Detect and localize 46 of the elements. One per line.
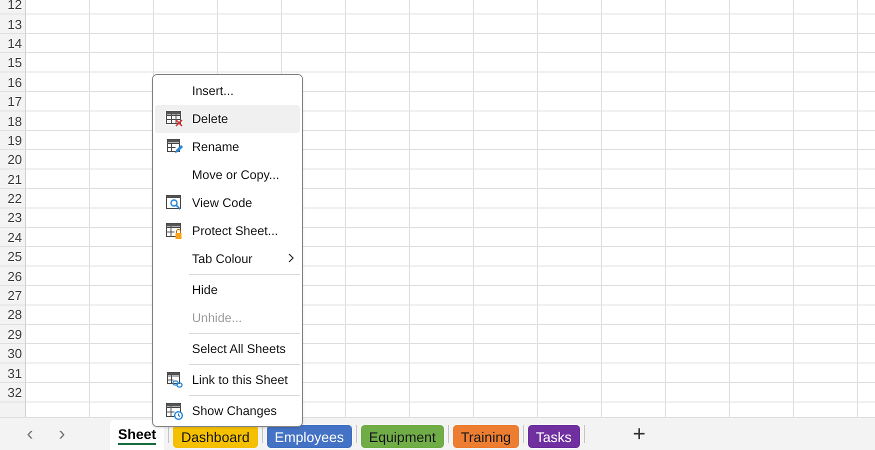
next-sheet-button[interactable]: ›	[46, 422, 78, 446]
row-number: 22	[6, 190, 23, 208]
table-delete-icon	[166, 111, 183, 127]
menu-item[interactable]: Select All Sheets	[155, 335, 300, 363]
row-number: 24	[6, 228, 23, 247]
menu-item[interactable]: Insert...	[155, 77, 300, 105]
table-edit-icon	[166, 139, 182, 155]
sheet-tab[interactable]: Equipment	[360, 425, 444, 448]
table-history-icon	[166, 402, 183, 420]
menu-item[interactable]: View Code	[155, 189, 300, 217]
row-number: 21	[6, 170, 23, 189]
row-number: 29	[6, 326, 23, 344]
sheet-tab[interactable]: Tasks	[528, 425, 580, 448]
row-number: 13	[6, 16, 23, 34]
menu-item[interactable]: Delete	[155, 105, 300, 133]
row-number: 23	[6, 209, 23, 228]
sheet-tab[interactable]: Sheet	[110, 420, 164, 450]
row-number: 31	[6, 364, 23, 383]
add-sheet-button[interactable]: +	[628, 421, 650, 447]
row-number: 18	[6, 112, 23, 131]
menu-item[interactable]: Move or Copy...	[155, 161, 300, 189]
table-lock-icon	[166, 222, 183, 240]
menu-item[interactable]: Hide	[155, 276, 300, 304]
row-number: 16	[6, 74, 23, 92]
menu-item[interactable]: Protect Sheet...	[155, 217, 300, 245]
row-number: 28	[6, 306, 23, 324]
row-number: 25	[6, 248, 23, 266]
menu-item[interactable]: Tab Colour	[155, 245, 300, 273]
row-number: 12	[6, 0, 23, 14]
sheet-tab[interactable]: Employees	[266, 425, 352, 448]
previous-sheet-button[interactable]: ‹	[14, 422, 46, 446]
row-number: 32	[6, 384, 23, 402]
table-link-icon	[166, 372, 182, 388]
menu-item[interactable]: Rename	[155, 133, 300, 161]
row-number: 26	[6, 268, 23, 286]
row-number: 14	[6, 34, 23, 53]
sheet-tab[interactable]: Training	[452, 425, 519, 448]
row-number: 30	[6, 345, 23, 364]
menu-item[interactable]: Link to this Sheet	[155, 366, 300, 394]
sheet-tab[interactable]: Dashboard	[173, 425, 258, 448]
window-search-icon	[166, 195, 183, 211]
row-number: 17	[6, 93, 23, 112]
row-number: 20	[6, 151, 23, 170]
row-number: 27	[6, 287, 23, 306]
row-number: 19	[6, 132, 23, 150]
row-number: 15	[6, 54, 23, 72]
